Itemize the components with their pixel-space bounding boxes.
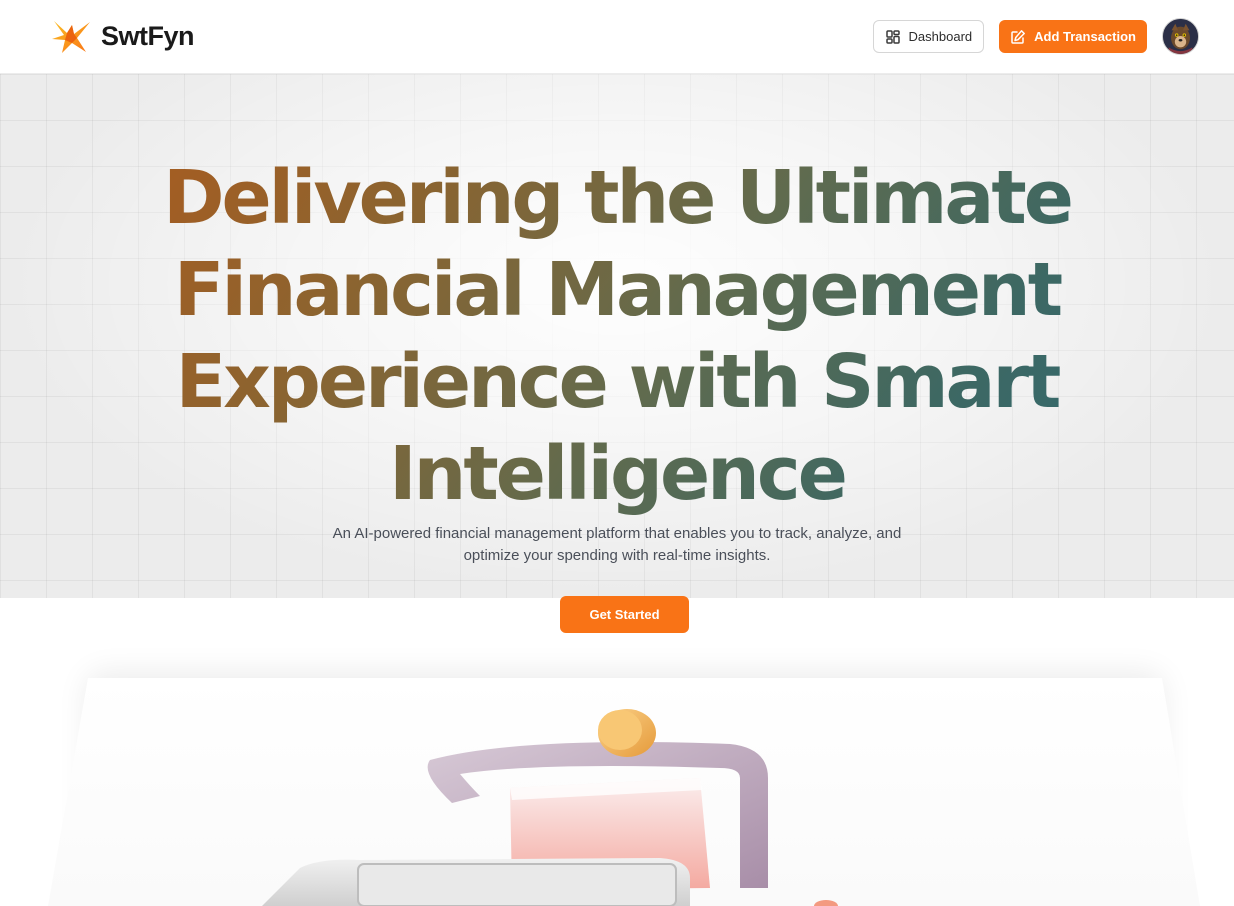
preview-illustration [48, 678, 1200, 906]
hero-subtitle: An AI-powered financial management platf… [332, 525, 902, 564]
avatar-image [1163, 19, 1198, 54]
brand[interactable]: SwtFyn [50, 19, 195, 55]
top-navbar: SwtFyn Dashboard Add Transaction [0, 0, 1234, 74]
landing-page: SwtFyn Dashboard Add Transaction Deliver… [0, 0, 1234, 906]
add-transaction-button[interactable]: Add Transaction [999, 20, 1147, 53]
dashboard-label: Dashboard [908, 29, 973, 44]
layout-dashboard-icon [885, 29, 900, 44]
preview-card [0, 678, 1234, 906]
star-burst-logo-icon [52, 20, 90, 53]
get-started-button[interactable]: Get Started [560, 596, 689, 633]
hero-headline: Delivering the Ultimate Financial Manage… [0, 152, 1234, 520]
add-transaction-label: Add Transaction [1034, 29, 1136, 44]
user-avatar[interactable] [1162, 18, 1199, 55]
hero-section: Delivering the Ultimate Financial Manage… [0, 74, 1234, 598]
dashboard-button[interactable]: Dashboard [872, 20, 985, 53]
brand-name: SwtFyn [101, 21, 195, 51]
pen-square-icon [1011, 29, 1026, 44]
header-actions: Dashboard Add Transaction [872, 18, 1199, 55]
